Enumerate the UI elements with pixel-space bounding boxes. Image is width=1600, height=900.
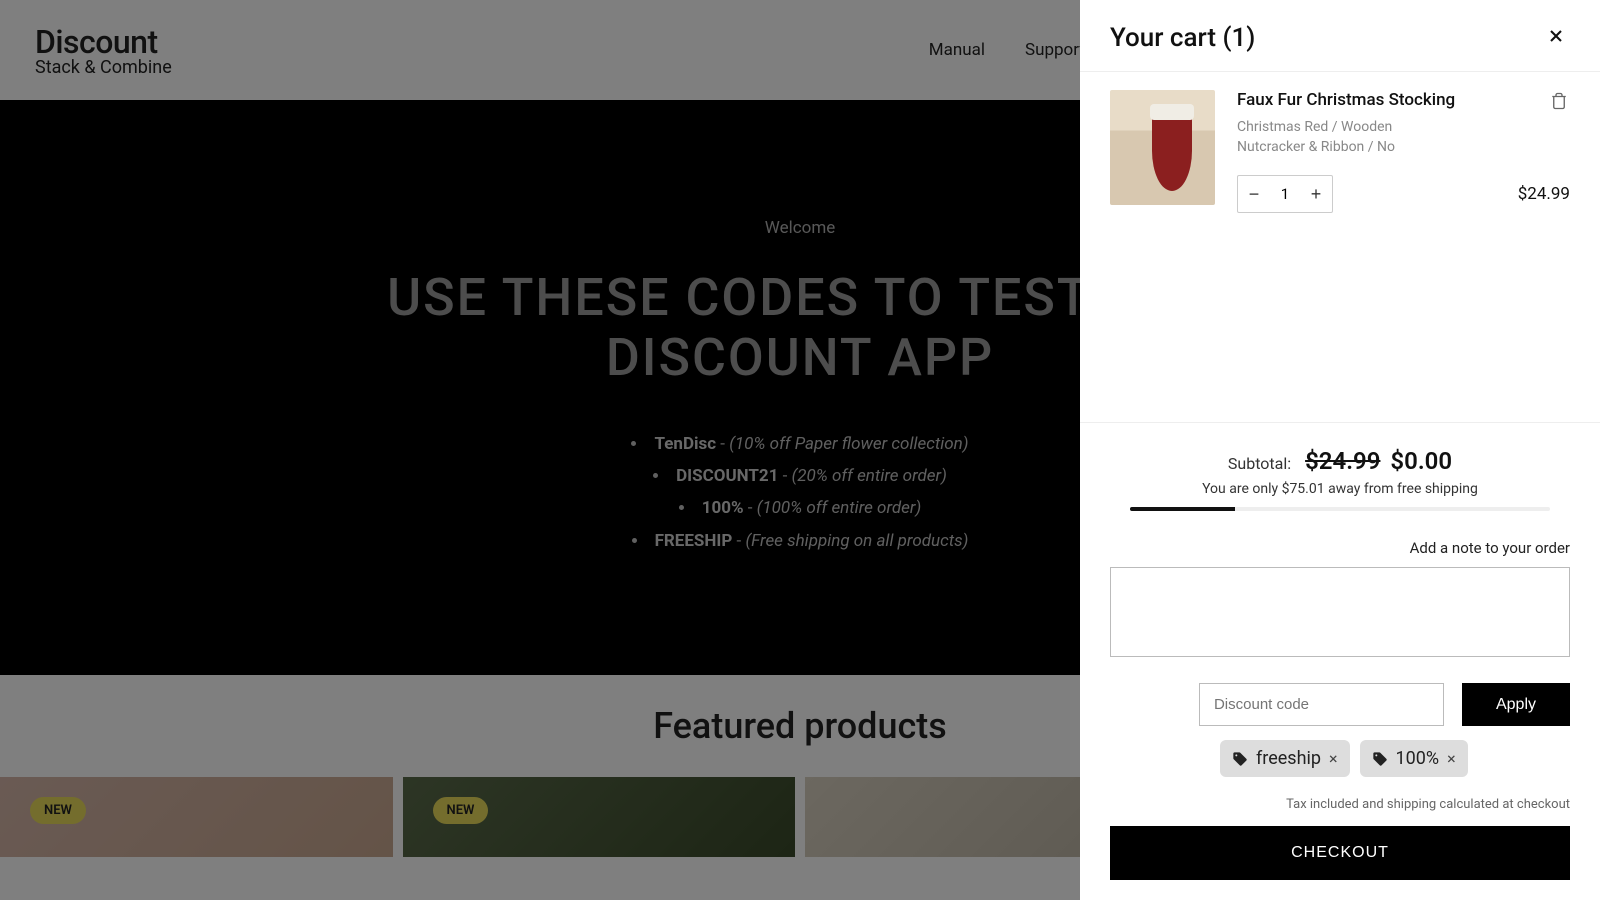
subtotal-label: Subtotal: <box>1228 454 1291 473</box>
tag-icon <box>1232 751 1248 767</box>
cart-items: Faux Fur Christmas Stocking Christmas Re… <box>1080 72 1600 231</box>
subtotal-original: $24.99 <box>1305 447 1380 475</box>
progress-fill <box>1130 507 1235 511</box>
tax-note: Tax included and shipping calculated at … <box>1110 797 1570 812</box>
subtotal-discounted: $0.00 <box>1390 447 1452 475</box>
tag-label: 100% <box>1396 748 1440 769</box>
qty-increase-button[interactable]: + <box>1300 176 1332 212</box>
item-info: Faux Fur Christmas Stocking Christmas Re… <box>1237 90 1570 213</box>
discount-row: Apply <box>1110 683 1570 726</box>
qty-decrease-button[interactable]: − <box>1238 176 1270 212</box>
close-cart-button[interactable] <box>1542 22 1570 53</box>
qty-value: 1 <box>1270 185 1300 203</box>
subtotal-row: Subtotal: $24.99 $0.00 <box>1110 447 1570 475</box>
cart-drawer: Your cart (1) Faux Fur Christmas Stockin… <box>1080 0 1600 900</box>
discount-tag: freeship × <box>1220 740 1350 777</box>
quantity-stepper: − 1 + <box>1237 175 1333 213</box>
trash-icon <box>1550 92 1568 110</box>
order-note-input[interactable] <box>1110 567 1570 657</box>
item-variant: Christmas Red / Wooden Nutcracker & Ribb… <box>1237 118 1455 157</box>
cart-footer: Subtotal: $24.99 $0.00 You are only $75.… <box>1080 422 1600 900</box>
note-label: Add a note to your order <box>1110 539 1570 557</box>
freeship-progress <box>1130 507 1550 511</box>
remove-item-button[interactable] <box>1548 90 1570 115</box>
tag-icon <box>1372 751 1388 767</box>
cart-header: Your cart (1) <box>1080 0 1600 72</box>
close-icon <box>1546 26 1566 46</box>
applied-discounts: freeship × 100% × <box>1220 740 1570 777</box>
checkout-button[interactable]: CHECKOUT <box>1110 826 1570 880</box>
cart-item: Faux Fur Christmas Stocking Christmas Re… <box>1110 90 1570 213</box>
cart-title: Your cart (1) <box>1110 23 1255 53</box>
remove-tag-button[interactable]: × <box>1329 749 1338 768</box>
item-thumbnail <box>1110 90 1215 205</box>
apply-discount-button[interactable]: Apply <box>1462 683 1570 726</box>
remove-tag-button[interactable]: × <box>1447 749 1456 768</box>
discount-code-input[interactable] <box>1199 683 1444 726</box>
item-price: $24.99 <box>1518 184 1570 204</box>
freeship-message: You are only $75.01 away from free shipp… <box>1110 481 1570 497</box>
discount-tag: 100% × <box>1360 740 1468 777</box>
item-title: Faux Fur Christmas Stocking <box>1237 90 1455 110</box>
tag-label: freeship <box>1256 748 1321 769</box>
